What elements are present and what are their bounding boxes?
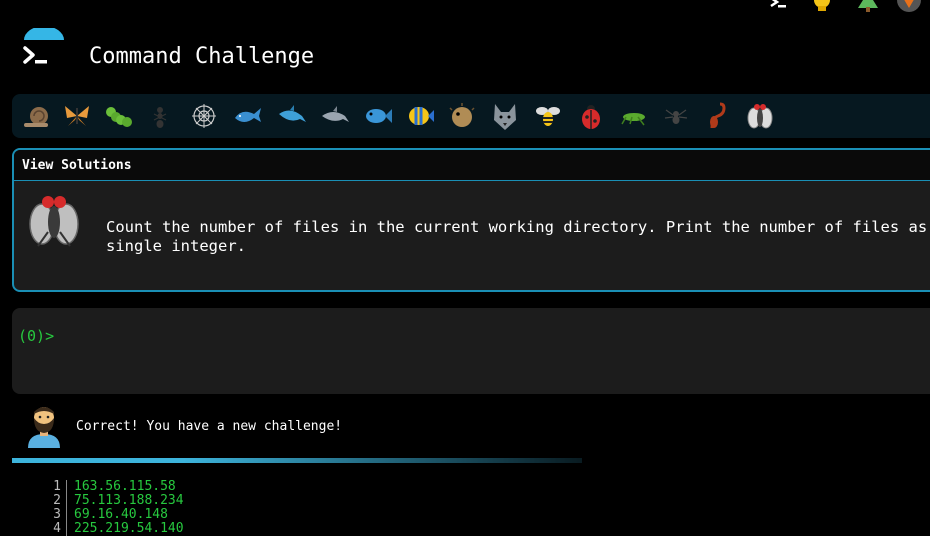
challenge-selector-strip: [12, 94, 930, 138]
dolphin-gray-icon[interactable]: [317, 98, 353, 134]
line-value: 75.113.188.234: [74, 493, 184, 508]
challenge-description-line: Count the number of files in the current…: [106, 218, 930, 236]
line-value: 225.219.54.140: [74, 521, 184, 536]
app-logo[interactable]: [20, 26, 68, 76]
spider-icon[interactable]: [658, 98, 694, 134]
ladybug-icon[interactable]: [573, 98, 609, 134]
line-value: 163.56.115.58: [74, 479, 176, 494]
tree-icon[interactable]: [856, 0, 880, 18]
fox-icon[interactable]: [894, 0, 924, 20]
snail-icon[interactable]: [19, 98, 55, 134]
list-item: 2 75.113.188.234: [40, 494, 184, 508]
wolf-icon[interactable]: [487, 98, 523, 134]
terminal-icon[interactable]: [768, 0, 790, 16]
view-solutions-link[interactable]: View Solutions: [22, 158, 132, 173]
spider-web-icon[interactable]: [186, 98, 222, 134]
cricket-icon[interactable]: [616, 98, 652, 134]
line-value: 69.16.40.148: [74, 507, 168, 522]
fish-icon[interactable]: [360, 98, 396, 134]
page-title: Command Challenge: [89, 44, 315, 69]
list-item: 4 225.219.54.140: [40, 522, 184, 536]
tropical-fish-icon[interactable]: [402, 98, 438, 134]
lightbulb-icon[interactable]: [810, 0, 834, 18]
bee-icon[interactable]: [530, 98, 566, 134]
whale-icon[interactable]: [230, 98, 266, 134]
progress-bar: [12, 458, 582, 463]
line-number: 4: [40, 522, 67, 536]
fly-icon: [24, 190, 84, 250]
dolphin-icon[interactable]: [274, 98, 310, 134]
avatar: [24, 404, 64, 448]
line-number: 3: [40, 508, 67, 522]
fly-icon[interactable]: [742, 98, 778, 134]
terminal-prompt: (0)>: [18, 327, 55, 345]
caterpillar-icon[interactable]: [101, 98, 137, 134]
line-number: 1: [40, 480, 67, 494]
challenge-panel-header: View Solutions: [14, 150, 930, 181]
list-item: 3 69.16.40.148: [40, 508, 184, 522]
challenge-description-line: single integer.: [106, 237, 246, 255]
output-listing: 1 163.56.115.58 2 75.113.188.234 3 69.16…: [40, 480, 184, 536]
butterfly-icon[interactable]: [59, 98, 95, 134]
ant-icon[interactable]: [142, 98, 178, 134]
feedback-message: Correct! You have a new challenge!: [76, 419, 343, 434]
challenge-description: Count the number of files in the current…: [106, 218, 930, 256]
scorpion-icon[interactable]: [700, 98, 736, 134]
blowfish-icon[interactable]: [444, 98, 480, 134]
list-item: 1 163.56.115.58: [40, 480, 184, 494]
line-number: 2: [40, 494, 67, 508]
challenge-panel: View Solutions Count the number of files…: [12, 148, 930, 292]
terminal-input-area[interactable]: (0)>: [12, 308, 930, 394]
top-icon-bar: [760, 0, 930, 16]
